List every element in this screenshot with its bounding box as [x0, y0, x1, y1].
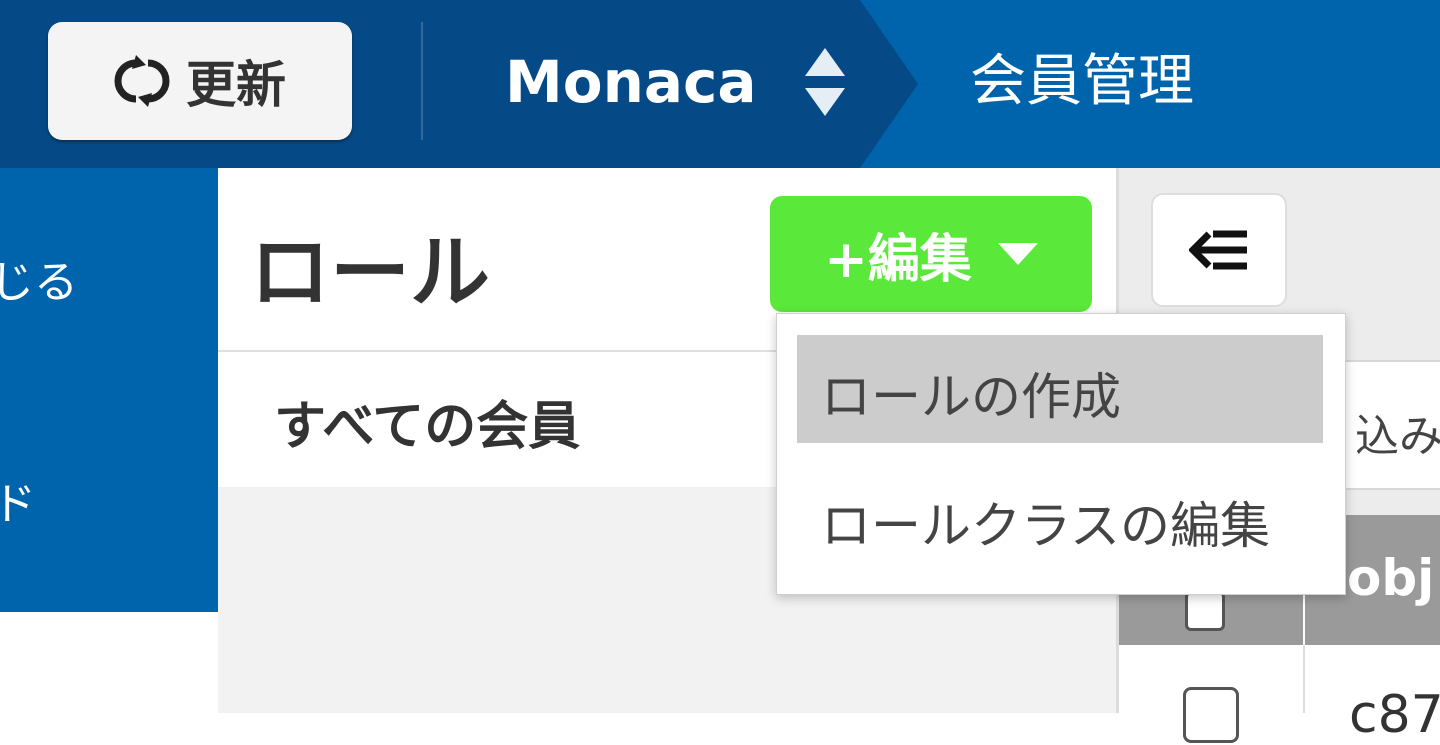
top-header: 更新 Monaca 会員管理	[0, 0, 1440, 168]
filter-input[interactable]: 込み	[1335, 360, 1440, 490]
sidebar-item[interactable]: ド	[0, 468, 36, 532]
caret-down-icon	[997, 243, 1038, 265]
section-title[interactable]: 会員管理	[970, 40, 1194, 124]
collapse-left-icon	[1189, 230, 1247, 270]
edit-button[interactable]: +編集	[770, 196, 1092, 312]
row-objectid: c87	[1349, 685, 1440, 745]
header-divider	[421, 22, 423, 140]
role-title: ロール	[250, 226, 490, 319]
app-name: Monaca	[505, 48, 757, 116]
menu-item-edit-role-class[interactable]: ロールクラスの編集	[797, 464, 1323, 572]
sidebar-item-close[interactable]: じる	[0, 246, 78, 310]
select-all-checkbox[interactable]	[1185, 591, 1225, 631]
collapse-panel-button[interactable]	[1151, 193, 1287, 307]
menu-item-label: ロールクラスの編集	[821, 497, 1270, 555]
menu-item-label: ロールの作成	[821, 368, 1121, 426]
filter-input-text: 込み	[1355, 411, 1440, 462]
all-members-label: すべての会員	[274, 397, 581, 457]
edit-dropdown-menu: ロールの作成 ロールクラスの編集	[776, 313, 1346, 595]
table-row[interactable]: c87	[1119, 645, 1440, 745]
sort-updown-icon	[804, 48, 845, 116]
row-checkbox[interactable]	[1183, 687, 1239, 743]
app-switcher[interactable]: Monaca	[505, 30, 849, 134]
menu-item-create-role[interactable]: ロールの作成	[797, 335, 1323, 443]
edit-button-label: +編集	[824, 229, 972, 290]
refresh-label: 更新	[186, 56, 286, 114]
row-checkbox-cell	[1119, 645, 1305, 743]
column-header-objectid[interactable]: obj	[1347, 549, 1434, 607]
app-zone: 更新 Monaca	[0, 0, 918, 168]
left-sidebar: じる ド	[0, 168, 218, 612]
refresh-icon	[114, 55, 170, 107]
refresh-button[interactable]: 更新	[48, 22, 352, 140]
